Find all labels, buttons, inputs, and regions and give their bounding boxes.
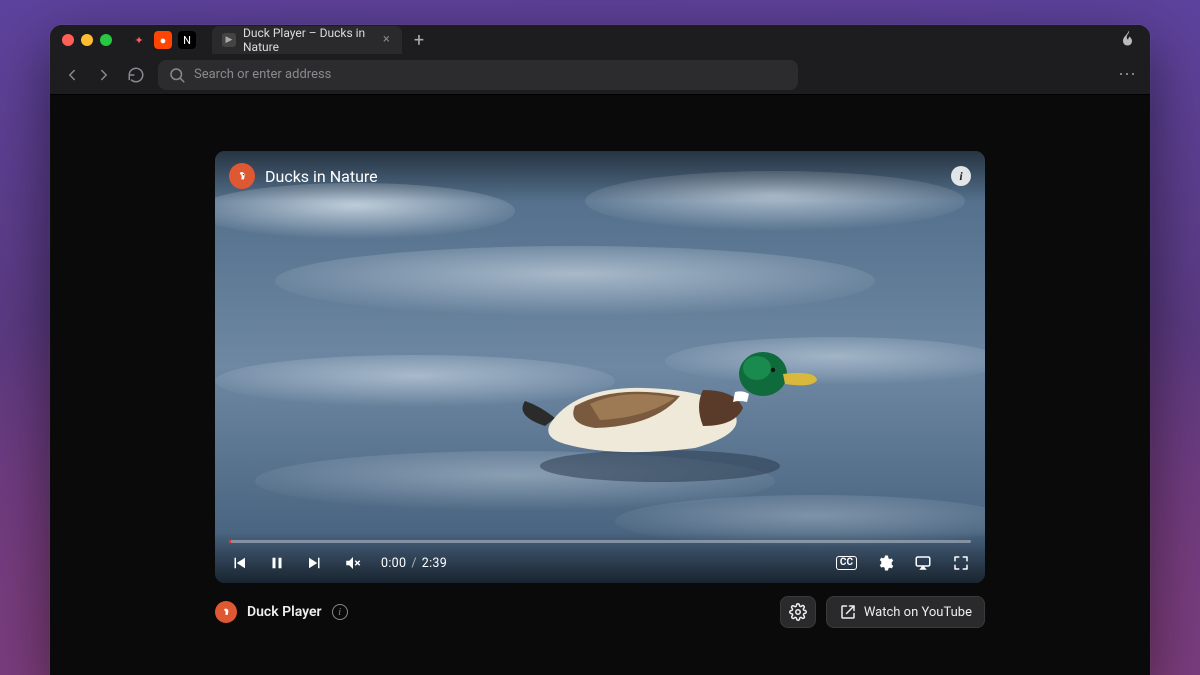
video-thumbnail	[215, 151, 985, 583]
overflow-menu-button[interactable]: ⋯	[1118, 64, 1138, 85]
watch-on-youtube-label: Watch on YouTube	[864, 605, 972, 620]
external-link-icon	[839, 603, 857, 621]
airplay-button[interactable]	[913, 553, 933, 573]
traffic-lights	[62, 34, 112, 46]
fullscreen-button[interactable]	[951, 553, 971, 573]
window-close-button[interactable]	[62, 34, 74, 46]
video-brand: Ducks in Nature	[229, 163, 378, 189]
player-settings-button[interactable]	[780, 596, 816, 628]
video-title-overlay: Ducks in Nature i	[215, 151, 985, 201]
duck-player: Ducks in Nature i	[215, 151, 985, 629]
player-footer: Duck Player i Watch on YouTube	[215, 595, 985, 629]
active-tab[interactable]: ▶ Duck Player – Ducks in Nature ×	[212, 26, 402, 54]
progress-fill	[229, 540, 231, 543]
video-title: Ducks in Nature	[265, 167, 378, 186]
video-controls: 0:00 / 2:39 CC	[229, 553, 971, 573]
tab-favicon: ▶	[222, 33, 236, 47]
reload-button[interactable]	[126, 65, 146, 85]
player-name: Duck Player	[247, 604, 322, 620]
duckduckgo-logo-icon	[229, 163, 255, 189]
new-tab-button[interactable]: +	[408, 29, 430, 51]
browser-toolbar: Search or enter address ⋯	[50, 55, 1150, 95]
current-time: 0:00	[381, 556, 406, 571]
window-zoom-button[interactable]	[100, 34, 112, 46]
pinned-favorites: ✦ ● N	[130, 31, 196, 49]
tab-close-button[interactable]: ×	[381, 33, 392, 47]
window-titlebar: ✦ ● N ▶ Duck Player – Ducks in Nature × …	[50, 25, 1150, 55]
pinned-site-notion[interactable]: N	[178, 31, 196, 49]
time-separator: /	[411, 556, 416, 571]
next-button[interactable]	[305, 553, 325, 573]
settings-button[interactable]	[875, 553, 895, 573]
tabstrip: ▶ Duck Player – Ducks in Nature × +	[212, 26, 430, 54]
address-bar[interactable]: Search or enter address	[158, 60, 798, 90]
duckduckgo-logo-icon	[215, 601, 237, 623]
mute-button[interactable]	[343, 553, 363, 573]
address-placeholder: Search or enter address	[194, 67, 331, 82]
search-icon	[168, 66, 186, 84]
pinned-site-reddit[interactable]: ●	[154, 31, 172, 49]
tab-title: Duck Player – Ducks in Nature	[243, 26, 374, 54]
video-frame[interactable]: Ducks in Nature i	[215, 151, 985, 583]
window-minimize-button[interactable]	[81, 34, 93, 46]
captions-button[interactable]: CC	[836, 556, 857, 570]
browser-window: ✦ ● N ▶ Duck Player – Ducks in Nature × …	[50, 25, 1150, 675]
watch-on-youtube-button[interactable]: Watch on YouTube	[826, 596, 985, 628]
duration: 2:39	[422, 556, 447, 571]
player-info-button[interactable]: i	[332, 604, 348, 620]
video-controls-overlay: 0:00 / 2:39 CC	[215, 532, 985, 583]
pause-button[interactable]	[267, 553, 287, 573]
time-display: 0:00 / 2:39	[381, 556, 447, 571]
previous-button[interactable]	[229, 553, 249, 573]
page-content: Ducks in Nature i	[50, 95, 1150, 675]
fire-button[interactable]	[1120, 29, 1138, 51]
progress-bar[interactable]	[229, 540, 971, 543]
video-info-button[interactable]: i	[951, 166, 971, 186]
forward-button[interactable]	[94, 65, 114, 85]
back-button[interactable]	[62, 65, 82, 85]
pinned-site-airbnb[interactable]: ✦	[130, 31, 148, 49]
